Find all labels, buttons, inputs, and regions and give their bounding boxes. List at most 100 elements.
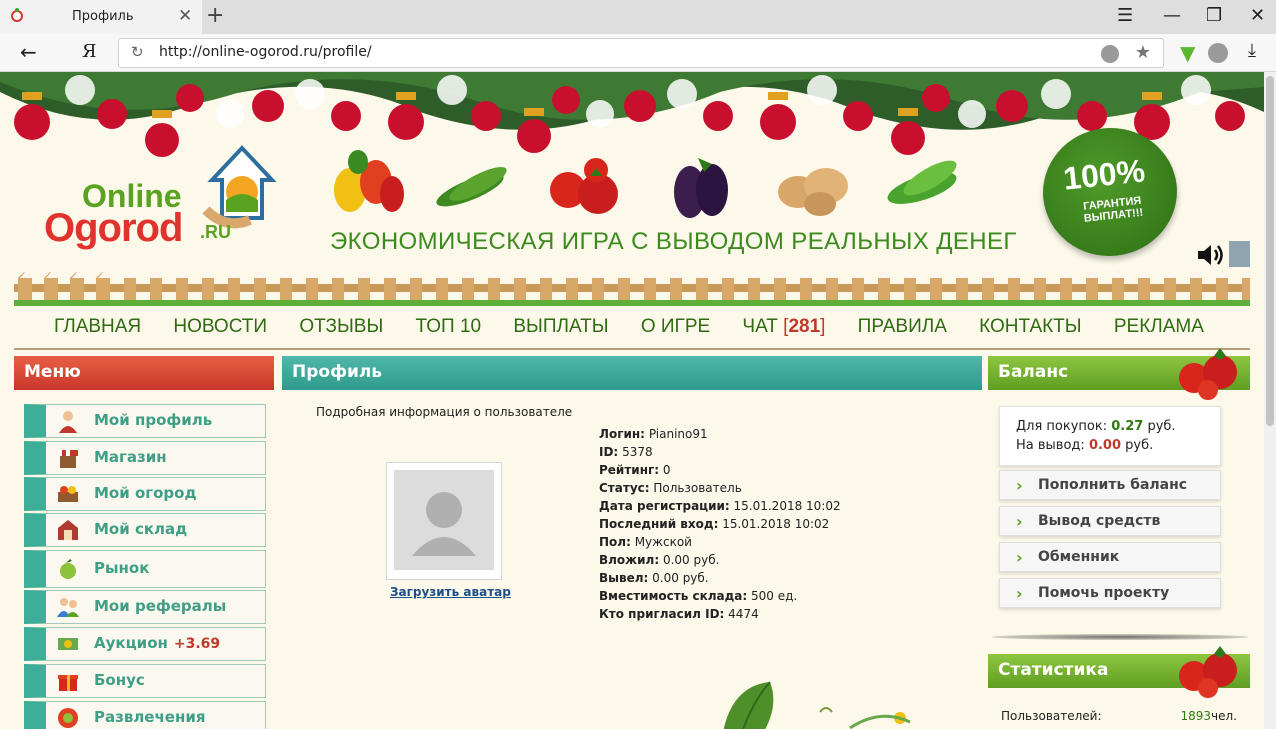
- menu-label: Мой профиль: [94, 411, 213, 429]
- house-logo-icon: [202, 145, 277, 229]
- site-slogan: ЭКОНОМИЧЕСКАЯ ИГРА С ВЫВОДОМ РЕАЛЬНЫХ ДЕ…: [330, 228, 1017, 255]
- menu-item-garden[interactable]: Мой огород: [24, 477, 266, 511]
- nav-chat[interactable]: ЧАТ [281]: [742, 316, 825, 346]
- info-id: ID: 5378: [599, 445, 653, 459]
- menu-header: Меню: [14, 356, 274, 390]
- section-shadow: [992, 634, 1248, 640]
- tab-title: Профиль: [72, 9, 134, 24]
- nav-reviews[interactable]: ОТЗЫВЫ: [299, 316, 383, 346]
- menu-label: Мои рефералы: [94, 597, 227, 615]
- info-capacity: Вместимость склада: 500 ед.: [599, 589, 798, 603]
- info-gender: Пол: Мужской: [599, 535, 692, 549]
- menu-item-market[interactable]: Рынок: [24, 550, 266, 588]
- garden-icon: [58, 486, 78, 502]
- profile-info: Логин: Pianino91 ID: 5378 Рейтинг: 0 Ста…: [599, 425, 841, 623]
- potatoes-image: [778, 168, 848, 216]
- auction-label: Аукцион: [94, 634, 168, 652]
- main-navigation: ГЛАВНАЯ НОВОСТИ ОТЗЫВЫ ТОП 10 ВЫПЛАТЫ О …: [54, 316, 1204, 346]
- menu-item-auction[interactable]: Аукцион +3.69: [24, 627, 266, 661]
- minimize-icon[interactable]: —: [1163, 4, 1181, 28]
- topup-button[interactable]: › Пополнить баланс: [999, 470, 1221, 500]
- tomatoes-icon: [1179, 646, 1237, 698]
- balance-title: Баланс: [998, 362, 1069, 382]
- browser-tab[interactable]: Профиль ✕: [0, 0, 202, 34]
- fun-icon: [58, 708, 78, 728]
- nav-payouts[interactable]: ВЫПЛАТЫ: [513, 316, 608, 346]
- help-project-button[interactable]: › Помочь проекту: [999, 578, 1221, 608]
- menu-item-profile[interactable]: Мой профиль: [24, 404, 266, 438]
- chat-count-badge: 281: [788, 316, 821, 337]
- withdraw-button[interactable]: › Вывод средств: [999, 506, 1221, 536]
- menu-item-bonus[interactable]: Бонус: [24, 664, 266, 698]
- menu-label: Развлечения: [94, 708, 206, 726]
- url-input[interactable]: ↻ http://online-ogorod.ru/profile/ ★: [118, 38, 1164, 68]
- page-scrollbar[interactable]: [1264, 72, 1276, 729]
- scrollbar-thumb[interactable]: [1266, 76, 1274, 426]
- upload-avatar-link[interactable]: Загрузить аватар: [390, 585, 511, 599]
- referrals-icon: [57, 598, 79, 617]
- nav-ads[interactable]: РЕКЛАМА: [1114, 316, 1204, 346]
- download-green-icon[interactable]: ▼: [1180, 41, 1195, 65]
- nav-home[interactable]: ГЛАВНАЯ: [54, 316, 141, 346]
- balance-withdraw-value: 0.00: [1088, 438, 1122, 453]
- yandex-logo[interactable]: Я: [82, 41, 97, 62]
- downloads-icon[interactable]: ⤓: [1248, 40, 1256, 61]
- globe-icon[interactable]: [1208, 43, 1228, 63]
- close-tab-icon[interactable]: ✕: [178, 6, 192, 26]
- speaker-icon[interactable]: [1196, 242, 1226, 268]
- info-registration: Дата регистрации: 15.01.2018 10:02: [599, 499, 841, 513]
- menu-label: Мой огород: [94, 484, 197, 502]
- menu-item-fun[interactable]: Развлечения: [24, 701, 266, 729]
- badge-percent: 100%: [1061, 152, 1147, 197]
- url-text[interactable]: http://online-ogorod.ru/profile/: [159, 44, 372, 60]
- topup-label: Пополнить баланс: [1038, 477, 1188, 493]
- menu-item-warehouse[interactable]: Мой склад: [24, 513, 266, 547]
- stats-users-row: Пользователей: 1893 чел.: [1001, 709, 1237, 723]
- stats-users-unit: чел.: [1211, 709, 1237, 723]
- balance-box: Для покупок: 0.27 руб. На вывод: 0.00 ру…: [999, 406, 1221, 466]
- menu-label: Мой склад: [94, 520, 188, 538]
- nav-divider: [14, 348, 1250, 350]
- new-tab-icon[interactable]: +: [206, 3, 224, 29]
- reload-icon[interactable]: ↻: [131, 43, 144, 61]
- chevron-right-icon: ›: [1016, 476, 1023, 495]
- menu-item-shop[interactable]: Магазин: [24, 441, 266, 475]
- menu-label: Аукцион +3.69: [94, 634, 220, 652]
- avatar-frame: [386, 462, 502, 580]
- stats-header: Статистика: [988, 646, 1250, 698]
- nav-rules[interactable]: ПРАВИЛА: [858, 316, 947, 346]
- info-last-login: Последний вход: 15.01.2018 10:02: [599, 517, 830, 531]
- web-page: Online Ogorod .RU ЭКОНОМИЧЕСКАЯ ИГРА С В…: [0, 72, 1264, 729]
- maximize-icon[interactable]: ❐: [1206, 4, 1222, 28]
- chevron-right-icon: ›: [1016, 584, 1023, 603]
- exchange-button[interactable]: › Обменник: [999, 542, 1221, 572]
- nav-about[interactable]: О ИГРЕ: [641, 316, 710, 346]
- back-arrow-icon[interactable]: ←: [20, 40, 37, 64]
- info-withdrawn: Вывел: 0.00 руб.: [599, 571, 709, 585]
- info-rating: Рейтинг: 0: [599, 463, 671, 477]
- balance-buy-value: 0.27: [1111, 419, 1144, 434]
- sound-toggle[interactable]: [1229, 241, 1250, 267]
- chevron-right-icon: ›: [1016, 512, 1023, 531]
- menu-item-referrals[interactable]: Мои рефералы: [24, 590, 266, 624]
- barn-icon: [58, 520, 78, 540]
- browser-menu-icon[interactable]: ☰: [1117, 4, 1133, 28]
- menu-label: Рынок: [94, 559, 150, 577]
- tomato-favicon-icon: [11, 8, 23, 22]
- profile-header: Профиль: [282, 356, 982, 390]
- site-logo[interactable]: Online Ogorod .RU: [44, 145, 284, 260]
- menu-label: Бонус: [94, 671, 145, 689]
- help-project-label: Помочь проекту: [1038, 585, 1170, 601]
- balance-withdraw-row: На вывод: 0.00 руб.: [1016, 438, 1154, 453]
- stats-users-value: 1893: [1180, 709, 1211, 723]
- close-window-icon[interactable]: ✕: [1250, 4, 1265, 28]
- profile-subtitle: Подробная информация о пользователе: [316, 405, 573, 419]
- nav-contacts[interactable]: КОНТАКТЫ: [979, 316, 1082, 346]
- nav-top10[interactable]: ТОП 10: [416, 316, 482, 346]
- nav-news[interactable]: НОВОСТИ: [173, 316, 267, 346]
- balance-header: Баланс: [988, 348, 1250, 400]
- tomatoes-icon: [1179, 348, 1237, 400]
- bookmark-star-icon[interactable]: ★: [1135, 42, 1151, 63]
- translate-icon[interactable]: [1101, 45, 1119, 63]
- info-login: Логин: Pianino91: [599, 427, 708, 441]
